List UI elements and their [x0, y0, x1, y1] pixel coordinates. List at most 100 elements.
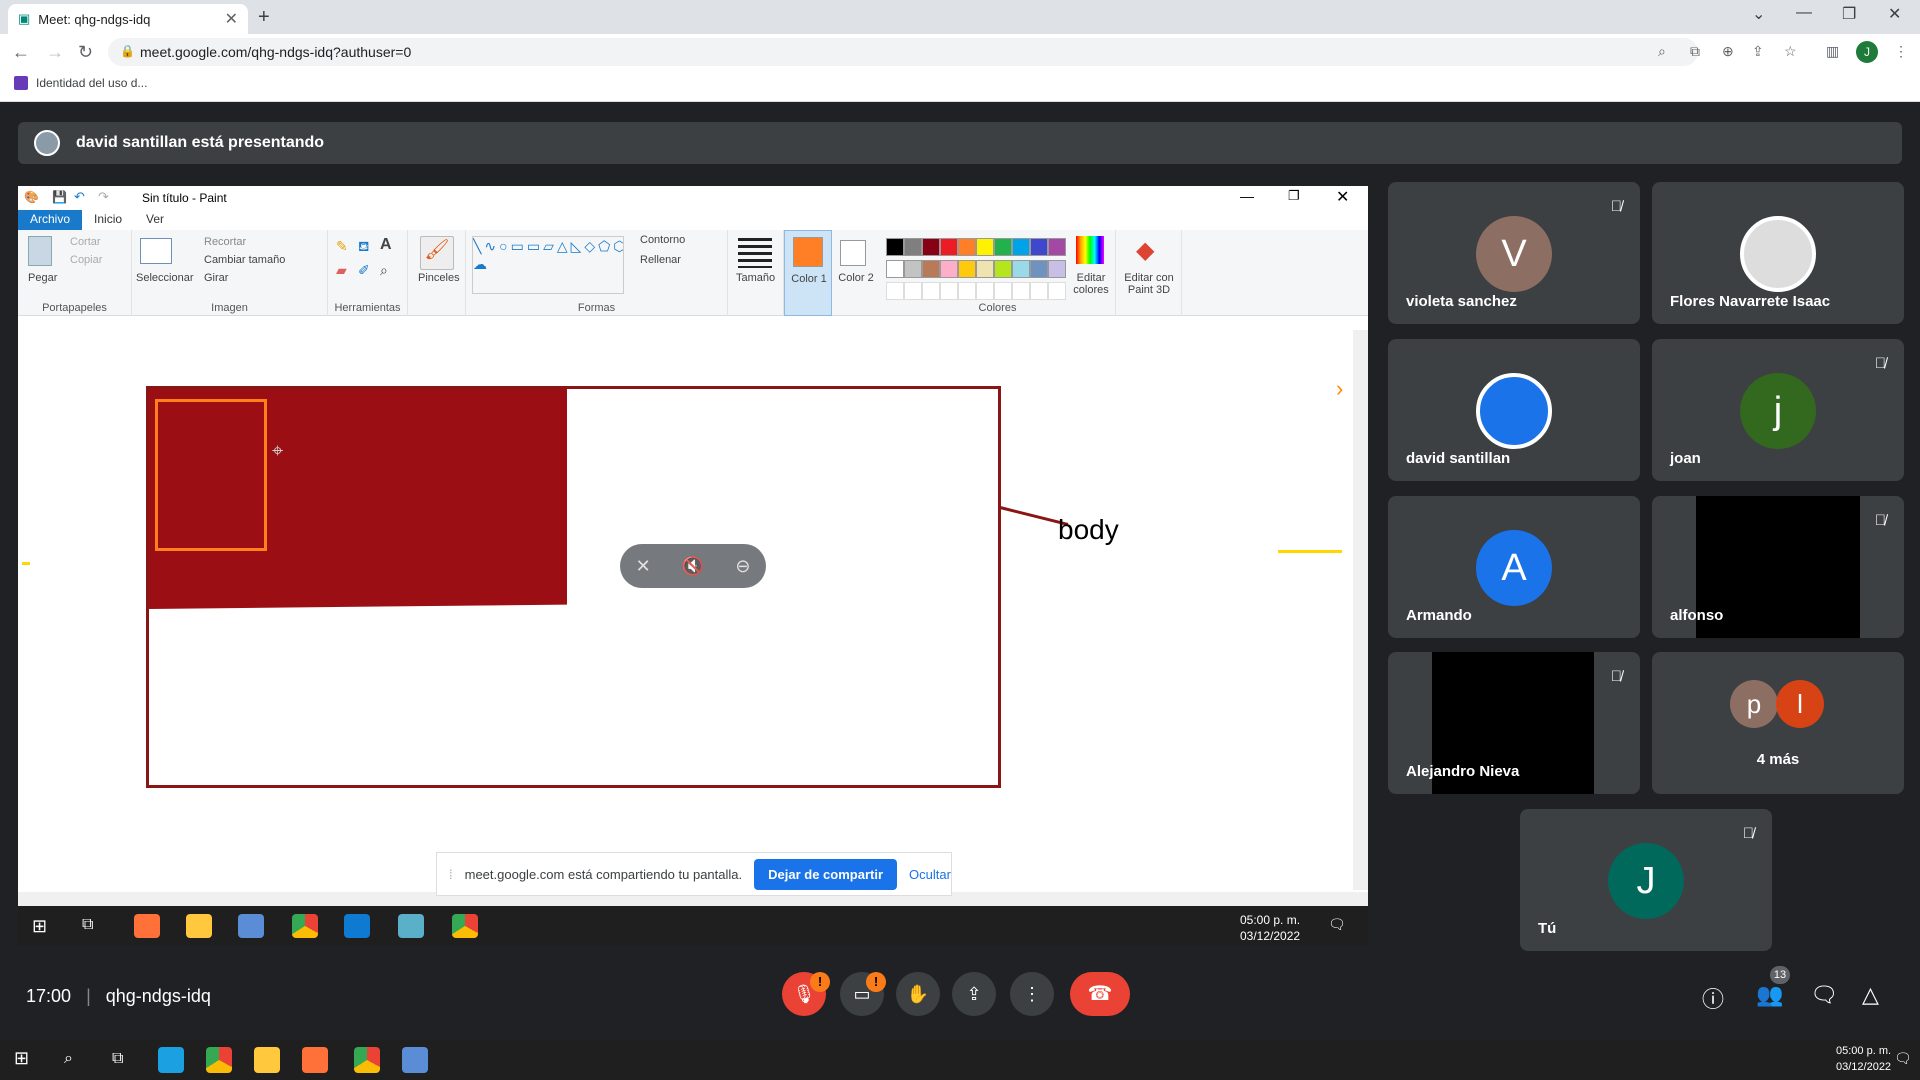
- palette-swatch[interactable]: [958, 238, 976, 256]
- rotate-button[interactable]: Girar: [204, 272, 228, 284]
- windows-start-icon[interactable]: ⊞: [32, 916, 47, 937]
- paint-taskbar-icon[interactable]: [238, 914, 264, 938]
- palette-swatch[interactable]: [886, 282, 904, 300]
- bookmark-item[interactable]: Identidad del uso d...: [14, 76, 147, 90]
- palette-swatch[interactable]: [922, 260, 940, 278]
- close-icon[interactable]: ✕: [1336, 187, 1349, 207]
- minimize-icon[interactable]: —: [1240, 188, 1254, 204]
- chevron-down-icon[interactable]: ⌄: [1752, 4, 1765, 24]
- palette-swatch[interactable]: [994, 260, 1012, 278]
- palette-swatch[interactable]: [886, 238, 904, 256]
- participant-tile[interactable]: pl 4 más: [1652, 652, 1904, 794]
- palette-swatch[interactable]: [886, 260, 904, 278]
- folder-icon[interactable]: [186, 914, 212, 938]
- pin-icon[interactable]: ✕: [636, 556, 651, 577]
- participant-tile[interactable]: david santillan: [1388, 339, 1640, 481]
- palette-swatch[interactable]: [904, 282, 922, 300]
- paint3d-icon[interactable]: ◆: [1136, 236, 1154, 265]
- mute-icon[interactable]: 🔇: [682, 556, 704, 577]
- select-button[interactable]: Seleccionar: [136, 272, 193, 284]
- brush-icon[interactable]: 🖌: [420, 236, 454, 270]
- tab-inicio[interactable]: Inicio: [82, 210, 134, 230]
- tab-archivo[interactable]: Archivo: [18, 210, 83, 230]
- present-button[interactable]: ⇪: [952, 972, 996, 1016]
- task-view-icon[interactable]: ⧉: [82, 916, 93, 934]
- folder-icon[interactable]: [254, 1047, 280, 1073]
- translate-icon[interactable]: ⧉: [1690, 43, 1700, 60]
- drag-handle-icon[interactable]: ⁞: [449, 867, 453, 882]
- close-window-icon[interactable]: ✕: [1888, 4, 1901, 24]
- save-icon[interactable]: 💾: [52, 190, 67, 204]
- remove-icon[interactable]: ⊖: [735, 556, 750, 577]
- participant-tile[interactable]: A Armando: [1388, 496, 1640, 638]
- task-view-icon[interactable]: ⧉: [112, 1050, 123, 1068]
- palette-swatch[interactable]: [1030, 238, 1048, 256]
- palette-swatch[interactable]: [1030, 260, 1048, 278]
- sidepanel-icon[interactable]: ▥: [1826, 43, 1839, 60]
- forward-icon[interactable]: →: [46, 42, 64, 63]
- palette-swatch[interactable]: [1012, 282, 1030, 300]
- palette-swatch[interactable]: [1048, 238, 1066, 256]
- zoom-icon[interactable]: ⊕: [1722, 43, 1734, 60]
- activities-icon[interactable]: △: [1862, 982, 1879, 1008]
- palette-swatch[interactable]: [976, 260, 994, 278]
- edit-colors-icon[interactable]: [1076, 236, 1104, 264]
- size-button[interactable]: Tamaño: [736, 272, 775, 284]
- palette-swatch[interactable]: [958, 282, 976, 300]
- close-tab-icon[interactable]: ✕: [225, 9, 238, 29]
- paint-taskbar-icon[interactable]: [402, 1047, 428, 1073]
- people-icon[interactable]: 👥: [1756, 982, 1783, 1008]
- chrome-active-icon[interactable]: [354, 1047, 380, 1073]
- chat-icon[interactable]: 🗨: [1810, 982, 1838, 1008]
- participant-tile[interactable]: Alejandro Nieva 🎙̸: [1388, 652, 1640, 794]
- palette-swatch[interactable]: [994, 238, 1012, 256]
- participant-tile[interactable]: j joan 🎙̸: [1652, 339, 1904, 481]
- vertical-scrollbar[interactable]: [1353, 330, 1368, 890]
- profile-avatar[interactable]: J: [1856, 41, 1878, 63]
- new-tab-button[interactable]: +: [258, 6, 270, 29]
- palette-swatch[interactable]: [1012, 238, 1030, 256]
- copy-button[interactable]: Copiar: [70, 254, 102, 266]
- participant-tile[interactable]: J Tú 🎙̸: [1520, 809, 1772, 951]
- firefox-icon[interactable]: [302, 1047, 328, 1073]
- palette-swatch[interactable]: [904, 260, 922, 278]
- redo-icon[interactable]: ↷: [98, 189, 109, 205]
- windows-start-icon[interactable]: ⊞: [14, 1048, 29, 1069]
- palette-swatch[interactable]: [922, 238, 940, 256]
- edit-colors-button[interactable]: Editar colores: [1070, 272, 1112, 296]
- fill-icon[interactable]: ⛾: [358, 238, 369, 257]
- fill-button[interactable]: Rellenar: [640, 254, 681, 266]
- cut-button[interactable]: Cortar: [70, 236, 101, 248]
- paint3d-button[interactable]: Editar con Paint 3D: [1118, 272, 1180, 296]
- paste-icon[interactable]: [28, 236, 52, 266]
- undo-icon[interactable]: ↶: [74, 189, 85, 205]
- magnifier-icon[interactable]: ⌕: [380, 262, 388, 279]
- search-icon[interactable]: ⌕: [64, 1050, 73, 1068]
- address-bar[interactable]: meet.google.com/qhg-ndgs-idq?authuser=0: [108, 38, 1698, 66]
- app-icon[interactable]: [398, 914, 424, 938]
- palette-swatch[interactable]: [940, 282, 958, 300]
- shapes-gallery[interactable]: ╲∿○▭▭▱△◺◇⬠⬡⇨⇦⇧⇩✧☆✩▭◯☁: [472, 236, 624, 294]
- reload-icon[interactable]: ↻: [78, 42, 93, 63]
- tab-meet[interactable]: ▣ Meet: qhg-ndgs-idq ✕: [8, 4, 248, 34]
- firefox-icon[interactable]: [134, 914, 160, 938]
- palette-swatch[interactable]: [1030, 282, 1048, 300]
- palette-swatch[interactable]: [940, 238, 958, 256]
- minimize-icon[interactable]: —: [1796, 4, 1812, 22]
- resize-button[interactable]: Cambiar tamaño: [204, 254, 285, 266]
- chrome-icon[interactable]: [452, 914, 478, 938]
- text-icon[interactable]: A: [380, 236, 392, 254]
- edge-icon[interactable]: [158, 1047, 184, 1073]
- tab-ver[interactable]: Ver: [134, 210, 176, 230]
- restore-icon[interactable]: ❐: [1842, 4, 1856, 24]
- paste-button[interactable]: Pegar: [28, 272, 57, 284]
- back-icon[interactable]: ←: [12, 42, 30, 63]
- notification-icon[interactable]: 🗨: [1328, 916, 1346, 933]
- menu-icon[interactable]: ⋮: [1894, 43, 1908, 60]
- end-call-button[interactable]: ☎: [1070, 972, 1130, 1016]
- lock-icon[interactable]: 🔒: [120, 44, 135, 58]
- palette-swatch[interactable]: [976, 282, 994, 300]
- search-icon[interactable]: ⌕: [1658, 43, 1666, 60]
- restore-icon[interactable]: ❐: [1288, 188, 1300, 204]
- chrome-icon[interactable]: [292, 914, 318, 938]
